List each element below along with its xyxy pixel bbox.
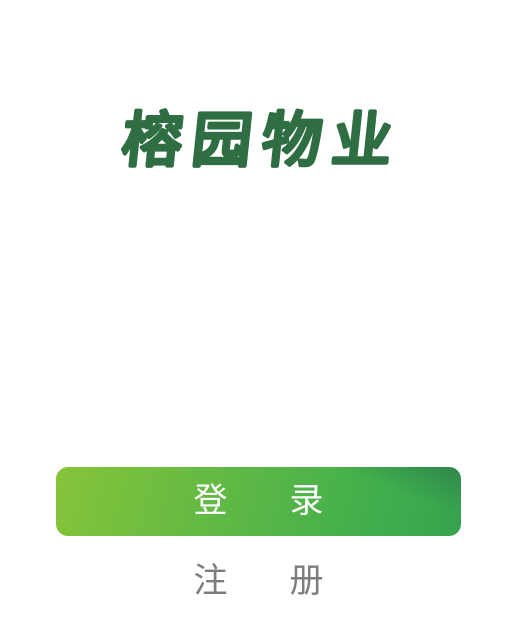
brand-logo-text: 榕园物业: [119, 106, 406, 176]
brand-logo: 榕园物业: [0, 95, 518, 185]
register-link[interactable]: 注册: [56, 555, 461, 607]
login-button[interactable]: 登录: [56, 467, 461, 536]
brand-logo-graphic: 榕园物业: [117, 105, 407, 177]
